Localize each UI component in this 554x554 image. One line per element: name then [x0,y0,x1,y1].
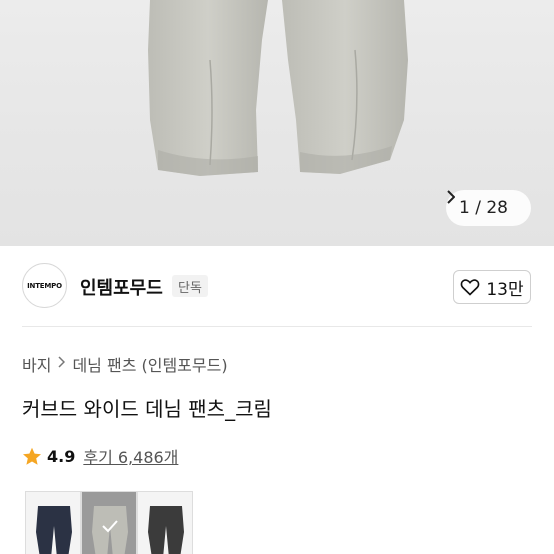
product-title: 커브드 와이드 데님 팬츠_크림 [22,397,272,421]
like-count: 13만 [486,279,524,300]
swatch-navy[interactable] [25,491,81,554]
swatch-charcoal[interactable] [137,491,193,554]
image-counter[interactable]: 1 / 28 [446,190,531,226]
image-counter-text: 1 / 28 [459,198,508,218]
like-button[interactable]: 13만 [453,270,531,304]
brand-logo[interactable]: INTEMPO [22,263,67,308]
brand-row: INTEMPO 인템포무드 단독 13만 [0,246,554,326]
exclusive-badge: 단독 [172,275,208,297]
breadcrumb: 바지 데님 팬츠 (인템포무드) [22,352,228,376]
section-divider [22,326,532,327]
check-icon [82,514,136,538]
color-swatches [25,491,193,554]
pants-thumbnail [148,506,184,554]
rating-score: 4.9 [47,446,76,466]
chevron-right-icon [58,356,66,372]
star-icon [23,447,41,465]
pants-thumbnail [36,506,72,554]
breadcrumb-category[interactable]: 바지 [22,352,51,376]
heart-icon [461,279,480,296]
brand-name[interactable]: 인템포무드 [80,274,163,300]
breadcrumb-subcategory[interactable]: 데님 팬츠 (인템포무드) [72,352,227,376]
product-image-gallery[interactable]: 1 / 28 [0,0,554,246]
rating-summary: 4.9 후기 6,486개 [22,444,178,468]
reviews-link[interactable]: 후기 6,486개 [83,444,178,468]
brand-logo-text: INTEMPO [27,281,62,290]
swatch-cream[interactable] [81,491,137,554]
